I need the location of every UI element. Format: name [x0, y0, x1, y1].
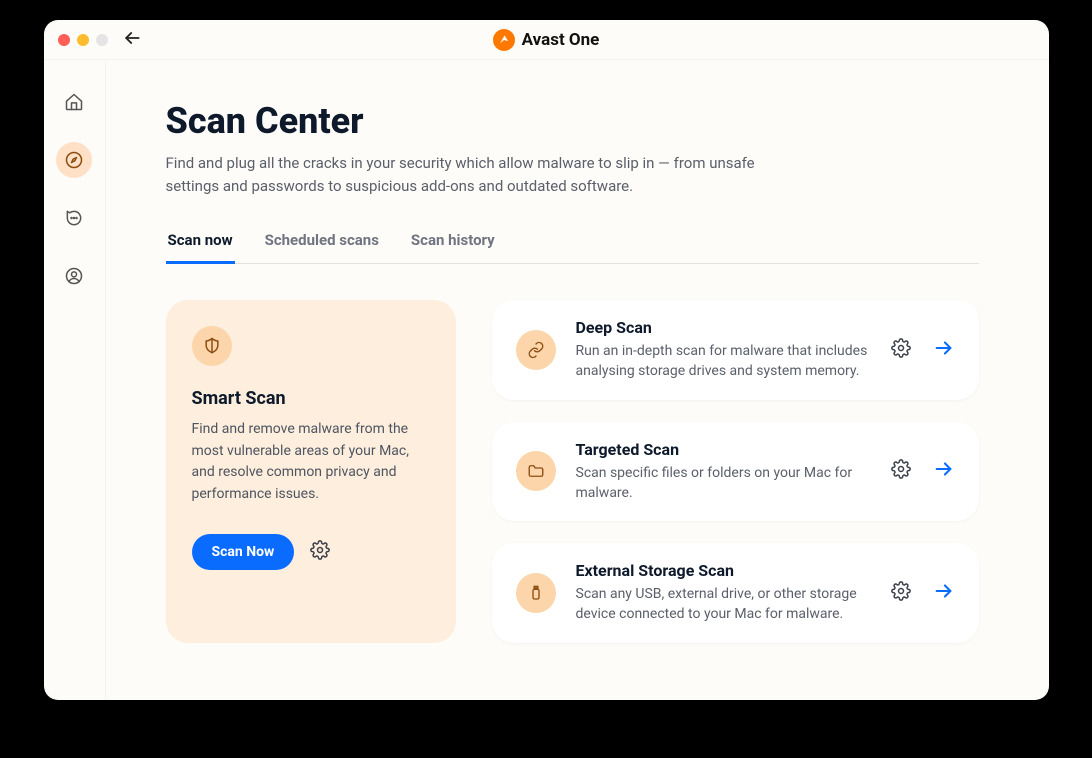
- tabs: Scan now Scheduled scans Scan history: [166, 225, 979, 264]
- external-scan-icon-chip: [516, 573, 556, 613]
- page-subtitle: Find and plug all the cracks in your sec…: [166, 152, 806, 197]
- deep-scan-actions: [891, 337, 955, 363]
- deep-scan-title: Deep Scan: [576, 318, 871, 337]
- page-title: Scan Center: [166, 100, 979, 142]
- window-controls: [44, 34, 108, 46]
- smart-scan-card: Smart Scan Find and remove malware from …: [166, 300, 456, 643]
- content: Smart Scan Find and remove malware from …: [166, 300, 979, 643]
- chat-icon: [64, 208, 84, 228]
- compass-icon: [64, 150, 84, 170]
- brand-logo: [493, 29, 515, 51]
- targeted-scan-text: Targeted Scan Scan specific files or fol…: [576, 440, 871, 504]
- deep-scan-settings[interactable]: [891, 338, 911, 362]
- arrow-right-icon: [933, 458, 955, 480]
- brand: Avast One: [493, 29, 600, 51]
- smart-scan-description: Find and remove malware from the most vu…: [192, 419, 430, 506]
- avast-logo-icon: [497, 33, 511, 47]
- brand-name: Avast One: [522, 30, 600, 50]
- external-scan-actions: [891, 580, 955, 606]
- nav-messages[interactable]: [56, 200, 92, 236]
- back-button[interactable]: [122, 28, 142, 52]
- smart-scan-settings[interactable]: [310, 540, 330, 564]
- close-window[interactable]: [58, 34, 70, 46]
- gear-icon: [310, 540, 330, 560]
- deep-scan-run[interactable]: [933, 337, 955, 363]
- targeted-scan-title: Targeted Scan: [576, 440, 871, 459]
- external-scan-run[interactable]: [933, 580, 955, 606]
- smart-scan-icon-chip: [192, 326, 232, 366]
- nav-explore[interactable]: [56, 142, 92, 178]
- scan-now-button[interactable]: Scan Now: [192, 534, 295, 570]
- external-scan-text: External Storage Scan Scan any USB, exte…: [576, 561, 871, 625]
- sidebar: [44, 60, 106, 700]
- gear-icon: [891, 338, 911, 358]
- link-icon: [527, 341, 545, 359]
- titlebar: Avast One: [44, 20, 1049, 60]
- targeted-scan-run[interactable]: [933, 458, 955, 484]
- gear-icon: [891, 581, 911, 601]
- nav-account[interactable]: [56, 258, 92, 294]
- arrow-left-icon: [122, 28, 142, 48]
- main: Scan Center Find and plug all the cracks…: [106, 60, 1049, 700]
- tab-scan-history[interactable]: Scan history: [409, 225, 497, 264]
- scan-card-external: External Storage Scan Scan any USB, exte…: [492, 543, 979, 643]
- folder-icon: [527, 462, 545, 480]
- deep-scan-text: Deep Scan Run an in-depth scan for malwa…: [576, 318, 871, 382]
- smart-scan-title: Smart Scan: [192, 388, 430, 409]
- user-icon: [64, 266, 84, 286]
- smart-scan-actions: Scan Now: [192, 534, 430, 570]
- body: Scan Center Find and plug all the cracks…: [44, 60, 1049, 700]
- arrow-right-icon: [933, 580, 955, 602]
- app-window: Avast One Scan Center Find and plug all …: [44, 20, 1049, 700]
- maximize-window[interactable]: [96, 34, 108, 46]
- home-icon: [64, 92, 84, 112]
- deep-scan-icon-chip: [516, 330, 556, 370]
- shield-icon: [202, 336, 222, 356]
- targeted-scan-icon-chip: [516, 451, 556, 491]
- scan-list: Deep Scan Run an in-depth scan for malwa…: [492, 300, 979, 643]
- external-scan-settings[interactable]: [891, 581, 911, 605]
- deep-scan-description: Run an in-depth scan for malware that in…: [576, 341, 871, 382]
- scan-card-targeted: Targeted Scan Scan specific files or fol…: [492, 422, 979, 522]
- external-scan-title: External Storage Scan: [576, 561, 871, 580]
- targeted-scan-settings[interactable]: [891, 459, 911, 483]
- nav-home[interactable]: [56, 84, 92, 120]
- minimize-window[interactable]: [77, 34, 89, 46]
- tab-scheduled-scans[interactable]: Scheduled scans: [263, 225, 381, 264]
- scan-card-deep: Deep Scan Run an in-depth scan for malwa…: [492, 300, 979, 400]
- targeted-scan-description: Scan specific files or folders on your M…: [576, 463, 871, 504]
- targeted-scan-actions: [891, 458, 955, 484]
- gear-icon: [891, 459, 911, 479]
- tab-scan-now[interactable]: Scan now: [166, 225, 235, 264]
- external-scan-description: Scan any USB, external drive, or other s…: [576, 584, 871, 625]
- usb-icon: [527, 584, 545, 602]
- arrow-right-icon: [933, 337, 955, 359]
